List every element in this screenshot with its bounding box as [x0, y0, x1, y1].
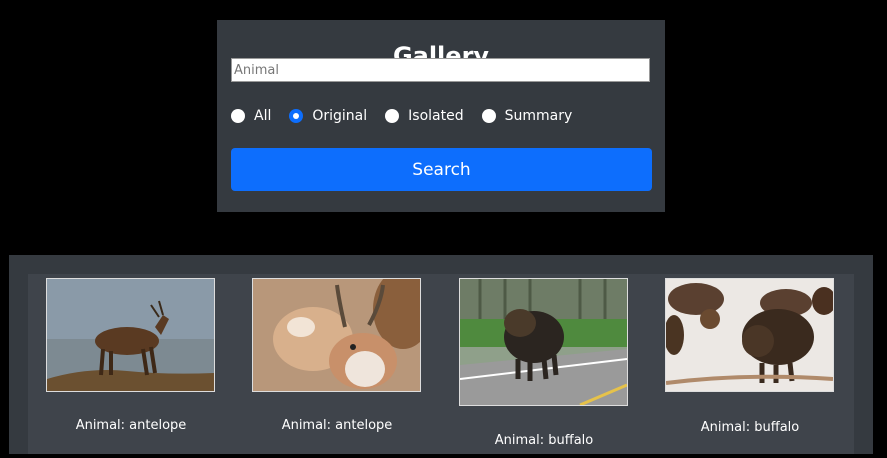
search-panel: Gallery All Original Isolated Summary Se…	[217, 20, 665, 212]
radio-circle-original[interactable]	[289, 109, 304, 123]
radio-label-isolated: Isolated	[408, 108, 464, 124]
card-caption: Animal: buffalo	[494, 433, 594, 448]
radio-label-summary: Summary	[504, 108, 573, 124]
results-grid: Animal: antelope Animal: antelope Animal…	[28, 274, 854, 454]
gallery-card[interactable]: Animal: antelope	[46, 278, 216, 438]
gallery-card[interactable]: Animal: buffalo	[459, 278, 629, 458]
radio-label-original: Original	[312, 108, 368, 124]
radio-circle-all[interactable]	[231, 109, 245, 123]
antelope-photo[interactable]	[46, 278, 215, 392]
radio-isolated[interactable]: Isolated	[385, 108, 464, 124]
radio-label-all: All	[254, 108, 272, 124]
buffalo-photo[interactable]	[665, 278, 834, 392]
radio-summary[interactable]: Summary	[481, 108, 573, 124]
radio-circle-isolated[interactable]	[385, 109, 400, 123]
buffalo-photo[interactable]	[459, 278, 628, 406]
card-caption: Animal: buffalo	[700, 420, 800, 435]
gallery-card[interactable]: Animal: antelope	[252, 278, 422, 438]
search-button[interactable]: Search	[231, 148, 652, 191]
gallery-card[interactable]: Animal: buffalo	[665, 278, 835, 438]
radio-original[interactable]: Original	[289, 108, 367, 124]
filter-radio-group: All Original Isolated Summary	[231, 105, 590, 127]
card-caption: Animal: antelope	[281, 418, 393, 433]
radio-all[interactable]: All	[231, 108, 271, 124]
radio-circle-summary[interactable]	[481, 109, 496, 123]
search-input[interactable]	[231, 58, 650, 82]
results-panel: Animal: antelope Animal: antelope Animal…	[9, 255, 873, 454]
antelope-photo[interactable]	[252, 278, 421, 392]
card-caption: Animal: antelope	[75, 418, 187, 433]
